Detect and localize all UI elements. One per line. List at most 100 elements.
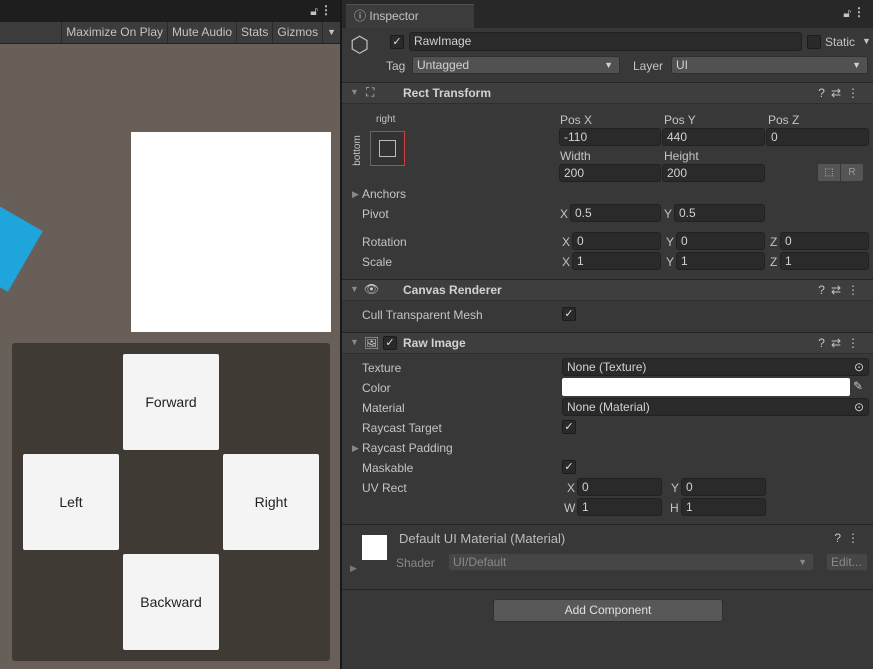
scale-x-field[interactable]: 1 <box>572 252 661 270</box>
mute-audio-button[interactable]: Mute Audio <box>167 22 236 43</box>
foldout-icon[interactable]: ▼ <box>350 284 359 294</box>
maskable-checkbox[interactable]: ✓ <box>562 460 576 474</box>
pos-z-field[interactable]: 0 <box>766 128 869 146</box>
static-dropdown-icon[interactable]: ▼ <box>862 36 871 46</box>
name-field[interactable]: RawImage <box>409 32 802 51</box>
z-label: Z <box>770 235 778 249</box>
material-title: Default UI Material (Material) <box>399 531 566 546</box>
direction-pad: Forward Left Right Backward <box>12 343 330 661</box>
cull-transparent-mesh-checkbox[interactable]: ✓ <box>562 307 576 321</box>
more-icon[interactable]: ⋮ <box>320 3 332 17</box>
color-swatch[interactable] <box>562 378 850 396</box>
static-label[interactable]: Static <box>825 35 855 49</box>
stats-button[interactable]: Stats <box>236 22 272 43</box>
scale-y-field[interactable]: 1 <box>676 252 765 270</box>
raw-image-enabled-checkbox[interactable]: ✓ <box>383 336 397 350</box>
forward-button[interactable]: Forward <box>123 354 219 450</box>
raycast-target-label: Raycast Target <box>362 421 442 435</box>
right-button[interactable]: Right <box>223 454 319 550</box>
x-label: X <box>567 481 576 495</box>
raw-edit-button[interactable]: R <box>841 164 863 181</box>
lock-icon[interactable]: 🔓︎ <box>310 4 318 19</box>
layer-value: UI <box>676 58 688 72</box>
rotation-z-field[interactable]: 0 <box>780 232 869 250</box>
anchors-label[interactable]: Anchors <box>362 187 406 201</box>
eyedropper-icon[interactable]: ✎ <box>853 379 863 393</box>
canvas-renderer-header[interactable]: ▼ 👁︎ Canvas Renderer ?⇄⋮ <box>342 279 873 301</box>
color-label: Color <box>362 381 391 395</box>
scale-z-field[interactable]: 1 <box>780 252 869 270</box>
uv-w-field[interactable]: 1 <box>577 498 662 516</box>
uv-y-field[interactable]: 0 <box>681 478 766 496</box>
raw-image-header[interactable]: ▼ 🖼︎ ✓ Raw Image ?⇄⋮ <box>342 332 873 354</box>
more-icon[interactable]: ⋮ <box>853 5 865 19</box>
uv-h-field[interactable]: 1 <box>681 498 766 516</box>
foldout-icon[interactable]: ▼ <box>350 337 359 347</box>
pivot-y-field[interactable]: 0.5 <box>674 204 765 222</box>
foldout-icon[interactable]: ▶ <box>350 563 357 574</box>
static-checkbox[interactable] <box>807 35 821 49</box>
rect-transform-header[interactable]: ▼ ⛶ Rect Transform ?⇄⋮ <box>342 82 873 104</box>
object-picker-icon[interactable]: ⊙ <box>854 359 864 375</box>
raycast-padding-label[interactable]: Raycast Padding <box>362 441 453 455</box>
layer-dropdown[interactable]: UI ▼ <box>671 56 868 74</box>
divider <box>342 589 873 590</box>
backward-button[interactable]: Backward <box>123 554 219 650</box>
uv-x-field[interactable]: 0 <box>577 478 662 496</box>
tab-inspector[interactable]: ⓘ Inspector <box>346 4 474 28</box>
maximize-on-play-button[interactable]: Maximize On Play <box>61 22 167 43</box>
component-title: Raw Image <box>403 336 466 350</box>
y-label: Y <box>666 235 675 249</box>
z-label: Z <box>770 255 778 269</box>
pos-z-label: Pos Z <box>768 113 800 127</box>
tag-label: Tag <box>386 59 406 73</box>
rotation-x-field[interactable]: 0 <box>572 232 661 250</box>
chevron-down-icon: ▼ <box>604 60 613 70</box>
blue-object <box>0 196 43 292</box>
object-picker-icon[interactable]: ⊙ <box>854 399 864 415</box>
add-component-button[interactable]: Add Component <box>493 599 723 622</box>
shader-dropdown[interactable]: UI/Default ▼ <box>448 553 814 571</box>
anchor-h-label: right <box>376 114 396 125</box>
raycast-target-checkbox[interactable]: ✓ <box>562 420 576 434</box>
height-field[interactable]: 200 <box>662 164 765 182</box>
pos-x-field[interactable]: -110 <box>559 128 661 146</box>
h-label: H <box>670 501 679 515</box>
y-label: Y <box>666 255 675 269</box>
rotation-y-field[interactable]: 0 <box>676 232 765 250</box>
gizmos-button[interactable]: Gizmos <box>272 22 322 43</box>
game-viewport[interactable]: Forward Left Right Backward <box>0 44 340 669</box>
material-value: None (Material) <box>567 400 650 414</box>
edit-shader-button[interactable]: Edit... <box>826 553 868 571</box>
material-field[interactable]: None (Material) ⊙ <box>562 398 869 416</box>
component-actions[interactable]: ?⇄⋮ <box>818 283 865 297</box>
active-checkbox[interactable]: ✓ <box>390 35 404 49</box>
left-button[interactable]: Left <box>23 454 119 550</box>
component-actions[interactable]: ?⇄⋮ <box>818 336 865 350</box>
width-field[interactable]: 200 <box>559 164 661 182</box>
pivot-x-field[interactable]: 0.5 <box>570 204 661 222</box>
foldout-icon[interactable]: ▼ <box>350 87 359 97</box>
texture-field[interactable]: None (Texture) ⊙ <box>562 358 869 376</box>
pos-y-field[interactable]: 440 <box>662 128 765 146</box>
layer-label: Layer <box>633 59 664 73</box>
gameobject-icon[interactable]: ⬡ <box>350 32 369 58</box>
info-icon: ⓘ <box>354 9 367 23</box>
material-preview <box>362 535 387 560</box>
lock-icon[interactable]: 🔓︎ <box>843 6 851 21</box>
w-label: W <box>564 501 576 515</box>
gizmos-dropdown-icon[interactable]: ▼ <box>322 22 340 43</box>
material-actions[interactable]: ?⋮ <box>834 531 865 545</box>
x-label: X <box>562 255 571 269</box>
foldout-icon[interactable]: ▶ <box>352 443 359 454</box>
foldout-icon[interactable]: ▶ <box>352 189 359 200</box>
anchor-v-label: bottom <box>351 135 363 166</box>
game-tab-bar: 🔓︎ ⋮ <box>0 0 340 22</box>
game-view: 🔓︎ ⋮ Maximize On Play Mute Audio Stats G… <box>0 0 340 669</box>
anchor-preset-button[interactable] <box>370 131 405 166</box>
component-actions[interactable]: ?⇄⋮ <box>818 86 865 100</box>
blueprint-mode-button[interactable]: ⬚ <box>818 164 840 181</box>
tag-dropdown[interactable]: Untagged ▼ <box>412 56 620 74</box>
component-title: Rect Transform <box>403 86 492 100</box>
maskable-label: Maskable <box>362 461 414 475</box>
